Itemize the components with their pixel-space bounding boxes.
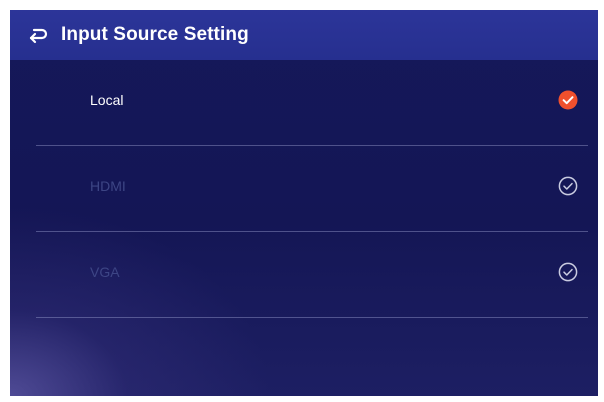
header-bar: Input Source Setting <box>10 10 598 60</box>
check-circle-filled-icon <box>558 90 578 110</box>
source-option-hdmi[interactable]: HDMI <box>36 146 588 232</box>
check-circle-outline-icon <box>558 262 578 282</box>
return-arrow-icon[interactable] <box>27 24 49 46</box>
source-list: Local HDMI VGA <box>36 60 588 318</box>
source-option-local[interactable]: Local <box>36 60 588 146</box>
source-label: HDMI <box>90 178 126 194</box>
page-title: Input Source Setting <box>61 24 249 45</box>
source-label: VGA <box>90 264 120 280</box>
input-source-screen: Input Source Setting Local HDMI VGA <box>10 10 598 396</box>
source-option-vga[interactable]: VGA <box>36 232 588 318</box>
source-label: Local <box>90 92 124 108</box>
check-circle-outline-icon <box>558 176 578 196</box>
